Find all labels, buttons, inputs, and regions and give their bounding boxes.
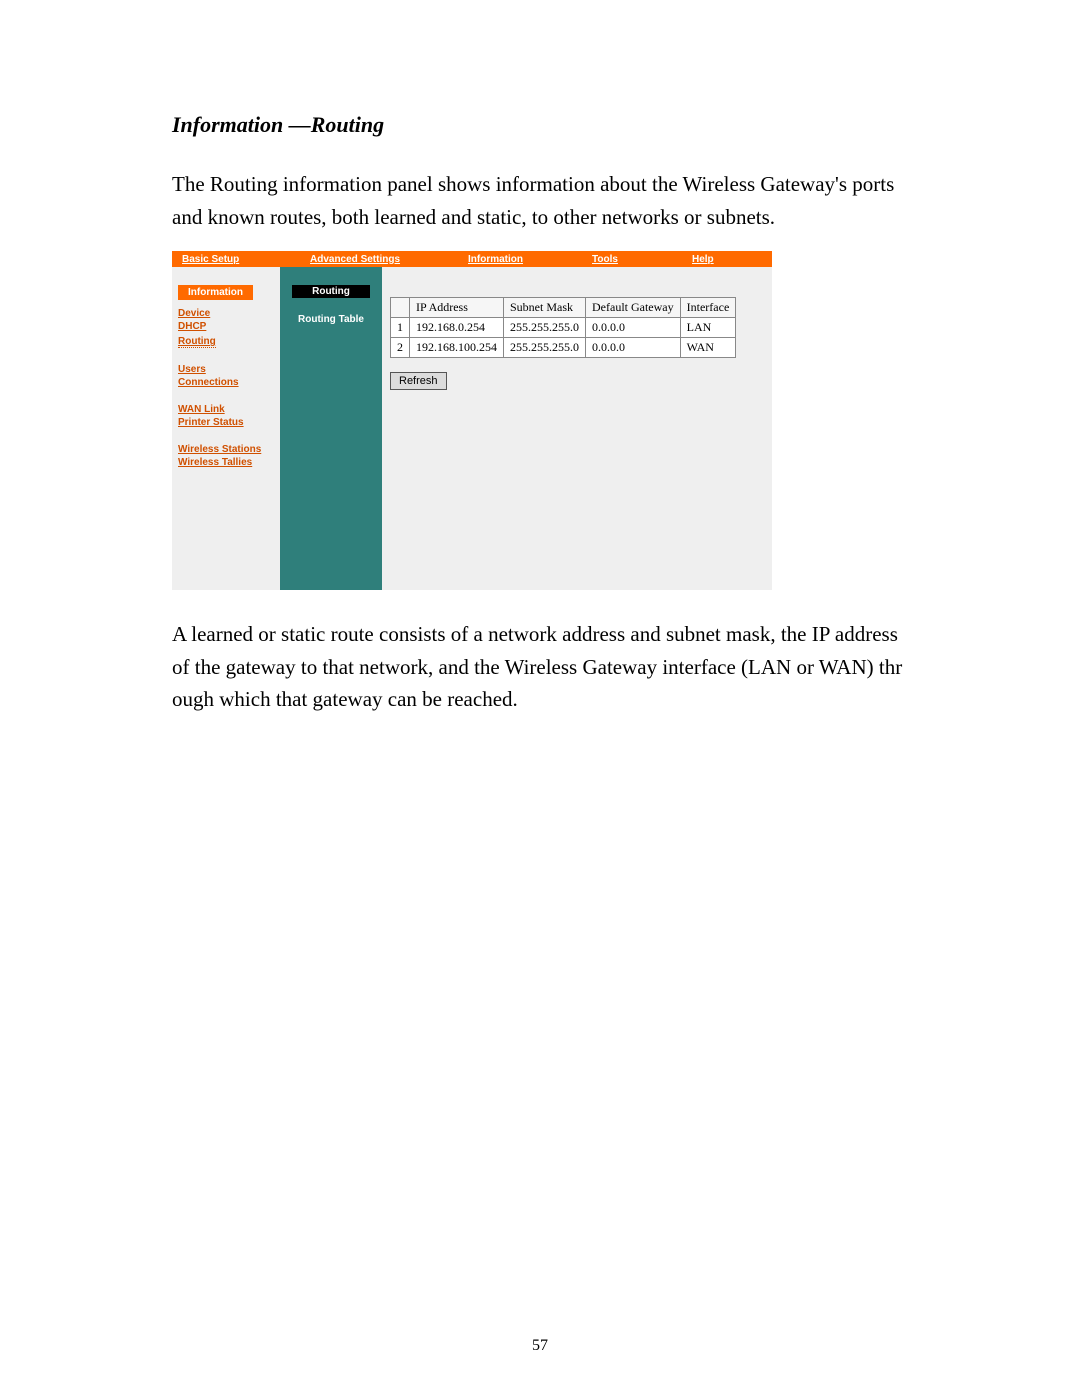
cell-ip: 192.168.100.254: [410, 338, 504, 358]
top-nav: Basic Setup Advanced Settings Informatio…: [172, 251, 772, 267]
cell-ip: 192.168.0.254: [410, 318, 504, 338]
sidebar-item-printer-status[interactable]: Printer Status: [178, 417, 280, 428]
sidebar: Information Device DHCP Routing Users Co…: [172, 267, 280, 590]
section-heading: Information —Routing: [172, 112, 910, 138]
cell-iface: LAN: [680, 318, 736, 338]
cell-index: 1: [391, 318, 410, 338]
table-row: 1 192.168.0.254 255.255.255.0 0.0.0.0 LA…: [391, 318, 736, 338]
sidebar-item-routing[interactable]: Routing: [178, 336, 216, 348]
table-row: 2 192.168.100.254 255.255.255.0 0.0.0.0 …: [391, 338, 736, 358]
sidebar-item-wireless-stations[interactable]: Wireless Stations: [178, 444, 280, 455]
closing-paragraph: A learned or static route consists of a …: [172, 618, 910, 716]
sidebar-item-dhcp[interactable]: DHCP: [178, 321, 280, 332]
col-ip: IP Address: [410, 298, 504, 318]
sidebar-item-wan-link[interactable]: WAN Link: [178, 404, 280, 415]
router-ui-screenshot: Basic Setup Advanced Settings Informatio…: [172, 251, 772, 590]
sidebar-item-connections[interactable]: Connections: [178, 377, 280, 388]
cell-gw: 0.0.0.0: [586, 338, 681, 358]
mid-subtitle: Routing Table: [280, 314, 382, 325]
cell-gw: 0.0.0.0: [586, 318, 681, 338]
cell-iface: WAN: [680, 338, 736, 358]
col-mask: Subnet Mask: [504, 298, 586, 318]
cell-mask: 255.255.255.0: [504, 338, 586, 358]
col-index: [391, 298, 410, 318]
page-number: 57: [0, 1337, 1080, 1355]
nav-information[interactable]: Information: [468, 254, 584, 265]
nav-advanced-settings[interactable]: Advanced Settings: [310, 254, 460, 265]
routing-table: IP Address Subnet Mask Default Gateway I…: [390, 297, 736, 358]
col-iface: Interface: [680, 298, 736, 318]
refresh-button[interactable]: Refresh: [390, 372, 447, 390]
cell-mask: 255.255.255.0: [504, 318, 586, 338]
col-gateway: Default Gateway: [586, 298, 681, 318]
cell-index: 2: [391, 338, 410, 358]
nav-tools[interactable]: Tools: [592, 254, 684, 265]
sidebar-item-device[interactable]: Device: [178, 308, 280, 319]
sidebar-item-wireless-tallies[interactable]: Wireless Tallies: [178, 457, 280, 468]
sidebar-item-users[interactable]: Users: [178, 364, 280, 375]
mid-panel: Routing Routing Table: [280, 267, 382, 590]
table-header-row: IP Address Subnet Mask Default Gateway I…: [391, 298, 736, 318]
nav-help[interactable]: Help: [692, 254, 752, 265]
mid-title: Routing: [292, 285, 370, 298]
content-area: IP Address Subnet Mask Default Gateway I…: [382, 267, 772, 590]
sidebar-header: Information: [178, 285, 253, 300]
nav-basic-setup[interactable]: Basic Setup: [182, 254, 302, 265]
intro-paragraph: The Routing information panel shows info…: [172, 168, 910, 233]
